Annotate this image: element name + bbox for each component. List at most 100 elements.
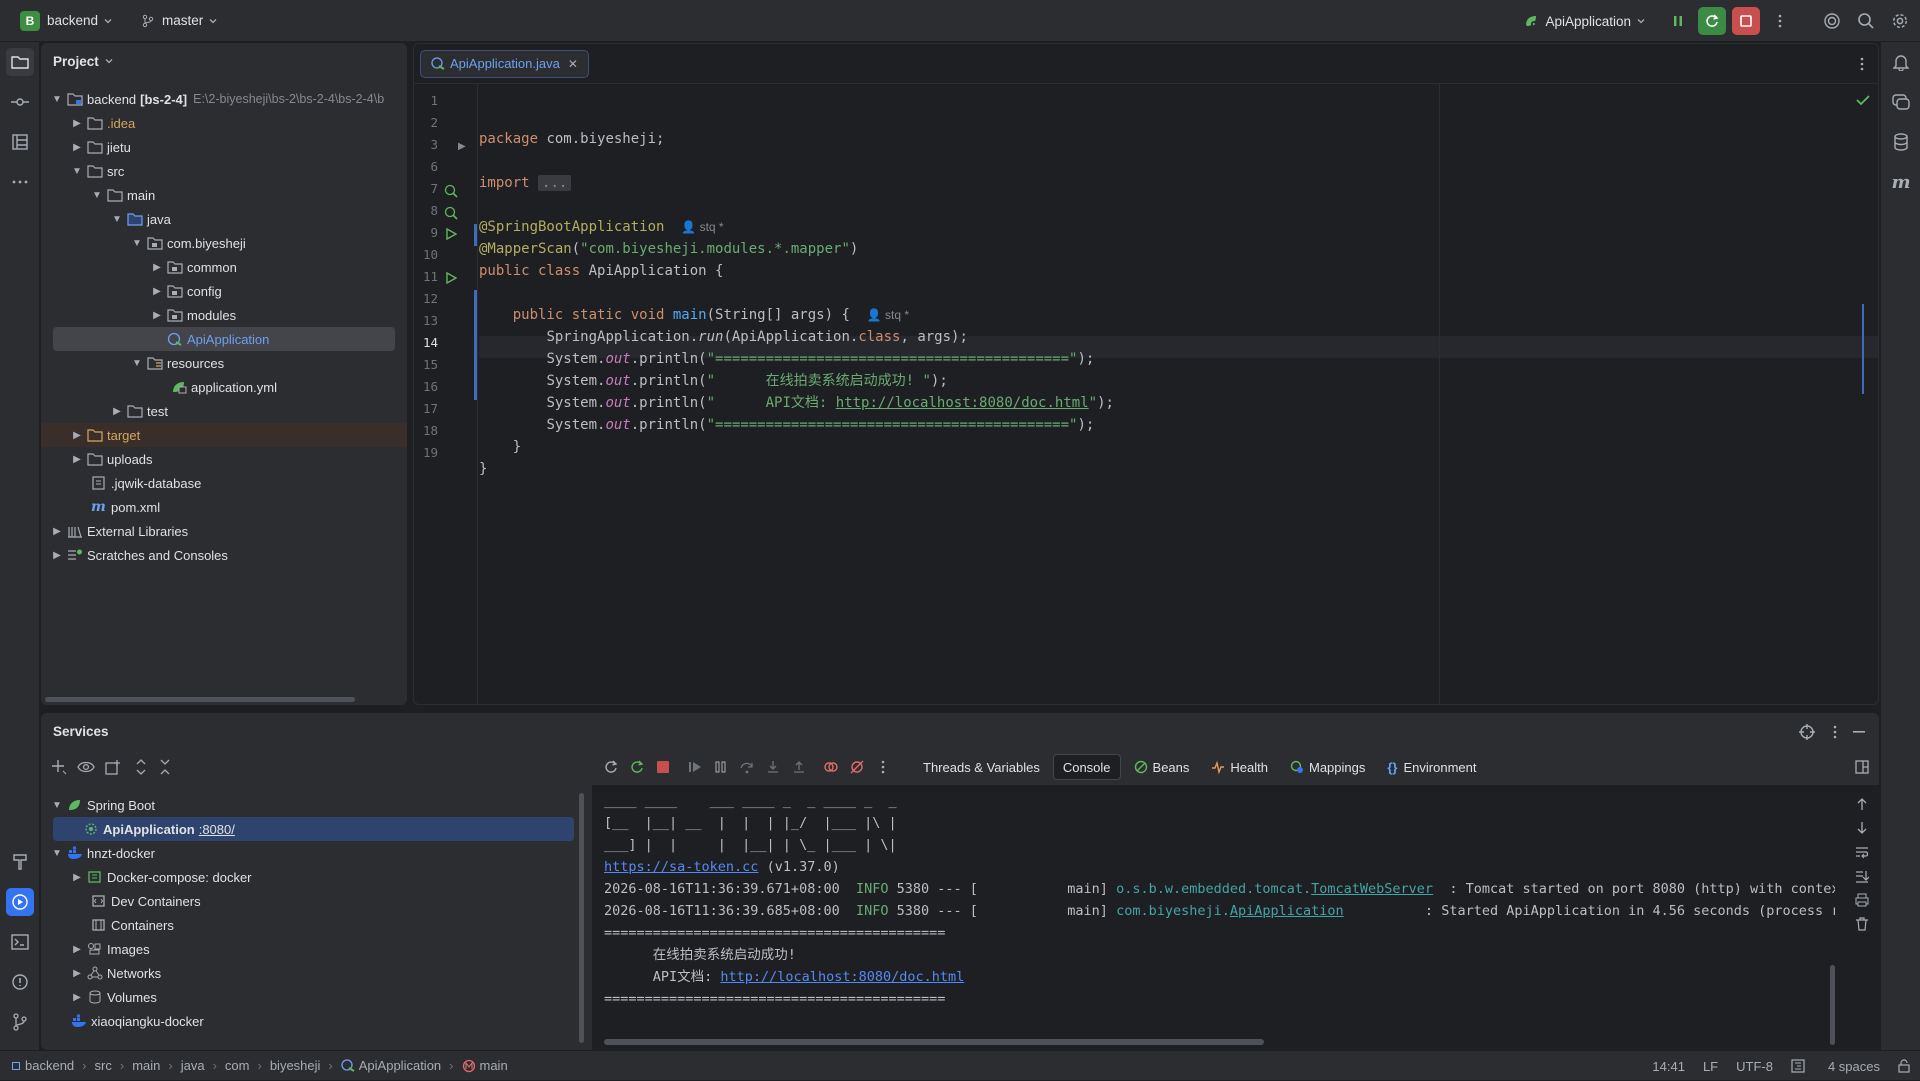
tree-item-target[interactable]: ▶ target (41, 423, 407, 447)
breadcrumb-item[interactable]: biyesheji (270, 1058, 321, 1073)
chevron-down-icon[interactable]: ▼ (49, 848, 65, 859)
mute-breakpoints-icon[interactable] (844, 754, 870, 780)
database-icon[interactable] (1887, 128, 1915, 156)
chevron-down-icon[interactable]: ▼ (49, 94, 65, 105)
chevron-right-icon[interactable]: ▶ (69, 968, 85, 979)
tab-environment[interactable]: {} Environment (1378, 754, 1485, 780)
tree-item-com-biyesheji[interactable]: ▼ com.biyesheji (41, 231, 407, 255)
chevron-down-icon[interactable] (104, 56, 114, 66)
service-hnzt-docker[interactable]: ▼ hnzt-docker (41, 841, 586, 865)
service-dev-containers[interactable]: Dev Containers (41, 889, 586, 913)
check-icon[interactable] (1856, 94, 1870, 106)
more-vertical-icon[interactable] (870, 754, 896, 780)
stop-button[interactable] (1732, 7, 1760, 35)
chevron-down-icon[interactable]: ▼ (89, 190, 105, 201)
chevron-right-icon[interactable]: ▶ (69, 992, 85, 1003)
target-icon[interactable] (1799, 724, 1815, 740)
step-over-icon[interactable] (734, 754, 760, 780)
new-tab-icon[interactable] (105, 759, 121, 775)
minimize-icon[interactable] (1853, 731, 1865, 733)
pause-icon[interactable] (708, 754, 734, 780)
tree-item-external-libraries[interactable]: ▶ External Libraries (41, 519, 407, 543)
chevron-down-icon[interactable]: ▼ (109, 214, 125, 225)
terminal-icon[interactable] (6, 928, 34, 956)
service-xiaoqiangku-docker[interactable]: xiaoqiangku-docker (41, 1009, 586, 1033)
structure-icon[interactable] (6, 128, 34, 156)
chevron-right-icon[interactable]: ▶ (69, 872, 85, 883)
debug-rerun-icon[interactable] (624, 754, 650, 780)
chevron-down-icon[interactable] (1636, 16, 1646, 26)
service-docker-compose[interactable]: ▶ Docker-compose: docker (41, 865, 586, 889)
chevron-right-icon[interactable]: ▶ (149, 310, 165, 321)
fold-chevron-icon[interactable]: ▶ (458, 141, 466, 152)
breadcrumb-item[interactable]: src (95, 1058, 112, 1073)
tree-item-resources[interactable]: ▼ resources (41, 351, 407, 375)
collapse-all-icon[interactable] (159, 759, 171, 775)
tab-beans[interactable]: Beans (1125, 754, 1199, 780)
print-icon[interactable] (1855, 893, 1869, 907)
vertical-scrollbar[interactable] (1830, 965, 1835, 1045)
run-config-name[interactable]: ApiApplication (1545, 14, 1631, 29)
tree-item-jqwik-database[interactable]: .jqwik-database (41, 471, 407, 495)
spring-bean-icon[interactable] (444, 184, 458, 198)
code-line-13[interactable]: System.out.println("====================… (479, 348, 1094, 370)
ai-chat-icon[interactable] (1887, 88, 1915, 116)
step-out-icon[interactable] (786, 754, 812, 780)
more-vertical-icon[interactable] (1766, 7, 1794, 35)
lock-icon[interactable] (1898, 1059, 1910, 1073)
git-icon[interactable] (6, 1008, 34, 1036)
tree-item-modules[interactable]: ▶ modules (41, 303, 407, 327)
tree-item-jietu[interactable]: ▶ jietu (41, 135, 407, 159)
breadcrumb-item[interactable]: java (181, 1058, 205, 1073)
commit-icon[interactable] (6, 88, 34, 116)
step-into-icon[interactable] (760, 754, 786, 780)
breadcrumb-item[interactable]: ApiApplication (359, 1058, 441, 1073)
chevron-down-icon[interactable] (103, 16, 113, 26)
indent-setting[interactable]: 4 spaces (1791, 1059, 1880, 1074)
chevron-down-icon[interactable]: ▼ (49, 800, 65, 811)
resume-icon[interactable] (682, 754, 708, 780)
vertical-scrollbar[interactable] (579, 793, 584, 1043)
service-apiapplication[interactable]: ApiApplication :8080/ (53, 817, 574, 841)
stop-icon[interactable] (650, 754, 676, 780)
folder-icon[interactable] (6, 48, 34, 76)
tree-item-scratches[interactable]: ▶ Scratches and Consoles (41, 543, 407, 567)
trash-icon[interactable] (1855, 917, 1869, 931)
breadcrumb-item[interactable]: backend (25, 1058, 74, 1073)
horizontal-scrollbar[interactable] (604, 1039, 1264, 1045)
tree-item-apiapplication[interactable]: ApiApplication (53, 327, 395, 351)
spring-bean-icon[interactable] (444, 206, 458, 220)
console-output[interactable]: ____ ____ ___ ____ _ _ ____ _ _ [__ |__|… (592, 785, 1835, 1050)
service-networks[interactable]: ▶ Networks (41, 961, 586, 985)
project-badge[interactable]: B (20, 10, 40, 31)
ai-assistant-icon[interactable] (1818, 7, 1846, 35)
tree-item-uploads[interactable]: ▶ uploads (41, 447, 407, 471)
chevron-right-icon[interactable]: ▶ (109, 406, 125, 417)
debug-rerun-icon[interactable] (1698, 7, 1726, 35)
code-line-1[interactable]: package com.biyesheji; (479, 128, 664, 150)
tab-mappings[interactable]: Mappings (1281, 754, 1374, 780)
tree-item-test[interactable]: ▶ test (41, 399, 407, 423)
tab-console[interactable]: Console (1052, 754, 1121, 780)
chevron-right-icon[interactable]: ▶ (49, 526, 65, 537)
chevron-down-icon[interactable] (208, 16, 218, 26)
chevron-right-icon[interactable]: ▶ (69, 430, 85, 441)
port-link[interactable]: :8080/ (199, 822, 235, 837)
build-icon[interactable] (6, 848, 34, 876)
chevron-right-icon[interactable]: ▶ (149, 286, 165, 297)
tree-item-idea[interactable]: ▶ .idea (41, 111, 407, 135)
code-line-12[interactable]: SpringApplication.run(ApiApplication.cla… (479, 326, 967, 348)
code-line-3[interactable]: import ... (479, 172, 572, 194)
add-icon[interactable] (51, 759, 67, 775)
tree-item-src[interactable]: ▼ src (41, 159, 407, 183)
close-icon[interactable]: ✕ (568, 57, 578, 71)
chevron-right-icon[interactable]: ▶ (69, 944, 85, 955)
tree-item-backend[interactable]: ▼ backend [bs-2-4] E:\2-biyesheji\bs-2\b… (41, 87, 407, 111)
branch-name[interactable]: master (162, 13, 203, 28)
service-containers[interactable]: Containers (41, 913, 586, 937)
notifications-icon[interactable] (1887, 48, 1915, 76)
breakpoints-icon[interactable] (818, 754, 844, 780)
breadcrumb-item[interactable]: main (132, 1058, 160, 1073)
code-line-11[interactable]: public static void main(String[] args) {… (479, 304, 909, 326)
problems-icon[interactable] (6, 968, 34, 996)
